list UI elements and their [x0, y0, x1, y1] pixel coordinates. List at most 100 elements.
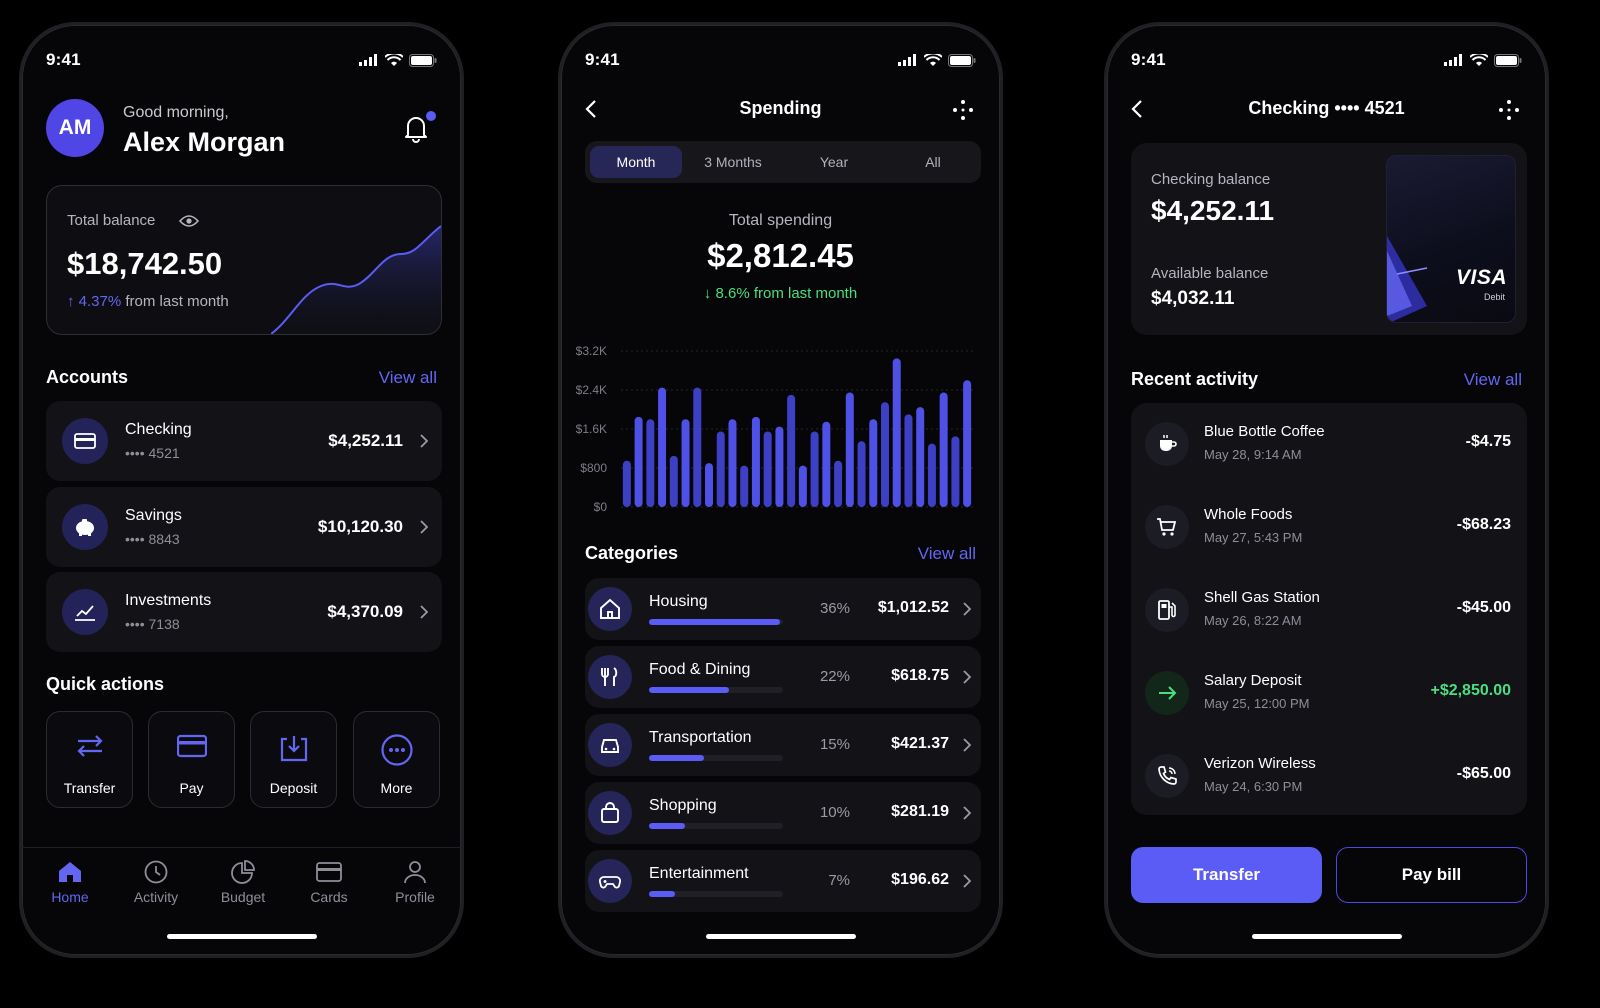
- wifi-icon: [385, 53, 403, 66]
- chart-bar[interactable]: [681, 419, 690, 507]
- card-type: Debit: [1483, 292, 1505, 302]
- chart-bar[interactable]: [810, 431, 819, 507]
- chart-bar[interactable]: [787, 394, 796, 507]
- tab-cards[interactable]: Cards: [289, 860, 369, 905]
- quick-action-deposit[interactable]: Deposit: [250, 711, 337, 808]
- chart-bar[interactable]: [916, 407, 925, 507]
- card-icon: [176, 734, 207, 758]
- more-dots-icon[interactable]: [1498, 99, 1520, 121]
- chart-bar[interactable]: [658, 387, 667, 507]
- chart-bar[interactable]: [857, 441, 866, 507]
- pie-icon: [231, 860, 255, 884]
- notification-dot: [426, 111, 436, 121]
- transaction-row[interactable]: Verizon Wireless May 24, 6:30 PM -$65.00: [1131, 735, 1527, 817]
- tab-home[interactable]: Home: [30, 860, 110, 905]
- category-row[interactable]: Housing 36% $1,012.52: [585, 578, 981, 640]
- chart-bar[interactable]: [763, 431, 772, 507]
- transaction-list: Blue Bottle Coffee May 28, 9:14 AM -$4.75 W…: [1131, 403, 1527, 815]
- chart-bar[interactable]: [622, 460, 631, 507]
- tab-label: Home: [51, 889, 89, 905]
- category-progress-fill: [649, 891, 675, 897]
- category-name: Entertainment: [649, 865, 749, 882]
- tab-budget[interactable]: Budget: [203, 860, 283, 905]
- transaction-row[interactable]: Salary Deposit May 25, 12:00 PM +$2,850.00: [1131, 652, 1527, 734]
- clock-icon: [144, 860, 168, 884]
- home-indicator: [1251, 934, 1402, 939]
- chart-bar[interactable]: [869, 419, 878, 507]
- transaction-row[interactable]: Shell Gas Station May 26, 8:22 AM -$45.00: [1131, 569, 1527, 651]
- chart-bar[interactable]: [892, 358, 901, 507]
- arrow-down-icon: ↓: [703, 285, 716, 302]
- chart-bar[interactable]: [904, 414, 913, 507]
- quick-action-label: Transfer: [63, 780, 116, 796]
- category-progress-fill: [649, 619, 781, 625]
- transaction-row[interactable]: Blue Bottle Coffee May 28, 9:14 AM -$4.75: [1131, 403, 1527, 485]
- categories-view-all-link[interactable]: View all: [918, 544, 976, 564]
- quick-action-pay[interactable]: Pay: [148, 711, 235, 808]
- chart-bar[interactable]: [740, 465, 749, 507]
- category-row[interactable]: Transportation 15% $421.37: [585, 714, 981, 776]
- chart-bar[interactable]: [963, 380, 972, 507]
- balance-card[interactable]: Total balance $18,742.50 ↑ 4.37% from la…: [46, 185, 442, 335]
- chart-bar[interactable]: [951, 436, 960, 507]
- period-all[interactable]: All: [887, 146, 979, 178]
- account-name: Checking: [125, 421, 192, 438]
- chart-bar[interactable]: [705, 463, 713, 507]
- category-amount: $196.62: [891, 871, 949, 888]
- home-indicator: [705, 934, 856, 939]
- chart-bar[interactable]: [822, 421, 831, 507]
- account-row-checking[interactable]: Checking •••• 4521 $4,252.11: [46, 401, 442, 481]
- period-3-months[interactable]: 3 Months: [687, 146, 779, 178]
- avatar[interactable]: AM: [46, 99, 104, 157]
- balance-change-text: from last month: [125, 293, 229, 310]
- home-icon: [59, 862, 81, 882]
- account-row-investments[interactable]: Investments •••• 7138 $4,370.09: [46, 572, 442, 652]
- period-year[interactable]: Year: [788, 146, 880, 178]
- chevron-right-icon: [420, 605, 428, 619]
- category-name: Food & Dining: [649, 661, 751, 678]
- quick-action-more[interactable]: More: [353, 711, 440, 808]
- tab-activity[interactable]: Activity: [116, 860, 196, 905]
- chart-bar[interactable]: [927, 443, 936, 507]
- chart-bar[interactable]: [728, 419, 737, 507]
- debit-card-image[interactable]: VISA Debit: [1386, 155, 1516, 323]
- chart-bar[interactable]: [775, 426, 784, 507]
- activity-view-all-link[interactable]: View all: [1464, 370, 1522, 390]
- chart-bar[interactable]: [798, 465, 807, 507]
- transaction-row[interactable]: Whole Foods May 27, 5:43 PM -$68.23: [1131, 486, 1527, 568]
- transfer-button[interactable]: Transfer: [1131, 847, 1322, 903]
- chart-bar[interactable]: [693, 387, 702, 507]
- category-row[interactable]: Entertainment 7% $196.62: [585, 850, 981, 912]
- transaction-amount: -$45.00: [1456, 599, 1511, 616]
- more-dots-icon[interactable]: [952, 99, 974, 121]
- accounts-view-all-link[interactable]: View all: [379, 368, 437, 388]
- bag-icon: [588, 791, 632, 835]
- arrow-right-icon: [1145, 671, 1189, 715]
- chart-bar[interactable]: [751, 416, 760, 507]
- chart-bar[interactable]: [845, 392, 854, 507]
- chart-bar[interactable]: [669, 455, 678, 507]
- chart-bar[interactable]: [834, 460, 843, 507]
- transaction-merchant: Verizon Wireless: [1204, 755, 1316, 772]
- account-row-savings[interactable]: Savings •••• 8843 $10,120.30: [46, 487, 442, 567]
- account-number: •••• 7138: [125, 616, 180, 632]
- transaction-date: May 26, 8:22 AM: [1204, 613, 1302, 628]
- chart-bar[interactable]: [716, 431, 725, 507]
- category-row[interactable]: Shopping 10% $281.19: [585, 782, 981, 844]
- cart-icon: [1145, 505, 1189, 549]
- eye-icon[interactable]: [179, 214, 199, 228]
- chart-bar[interactable]: [634, 416, 643, 507]
- category-row[interactable]: Food & Dining 22% $618.75: [585, 646, 981, 708]
- card-icon: [316, 862, 342, 882]
- tab-profile[interactable]: Profile: [375, 860, 455, 905]
- account-name: Investments: [125, 592, 212, 609]
- pay-bill-button[interactable]: Pay bill: [1336, 847, 1527, 903]
- chart-bar[interactable]: [881, 402, 889, 507]
- category-percent: 7%: [828, 872, 850, 889]
- status-bar: 9:41: [46, 49, 437, 71]
- accounts-title: Accounts: [46, 367, 129, 387]
- quick-action-transfer[interactable]: Transfer: [46, 711, 133, 808]
- chart-bar[interactable]: [646, 419, 655, 507]
- period-month[interactable]: Month: [590, 146, 682, 178]
- chart-bar[interactable]: [939, 392, 948, 507]
